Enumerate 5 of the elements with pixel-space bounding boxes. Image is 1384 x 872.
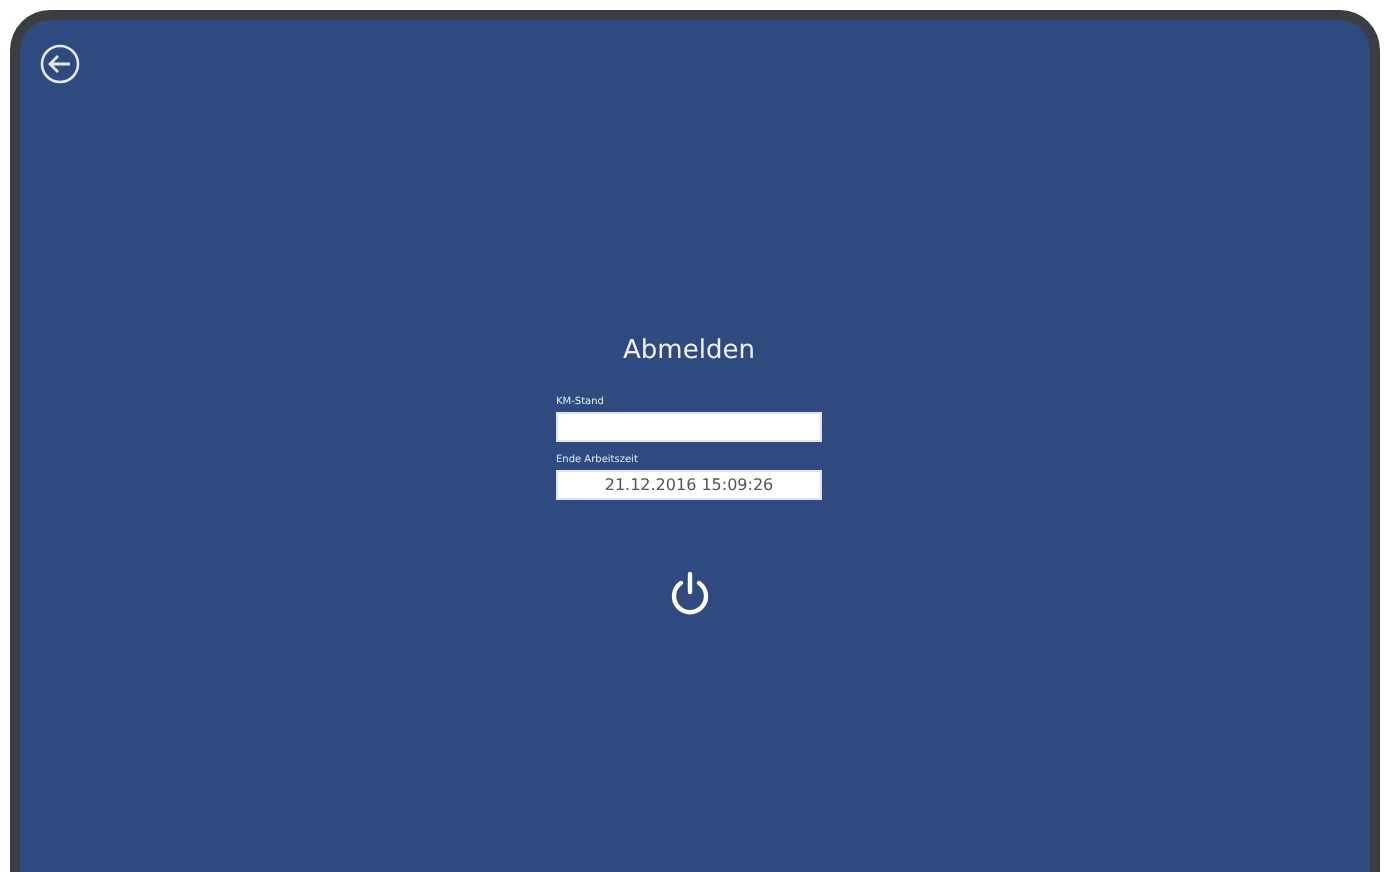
power-icon[interactable]	[667, 570, 711, 618]
input-field[interactable]	[556, 412, 822, 442]
screen-title: Abmelden	[623, 336, 755, 366]
input-field[interactable]: 21.12.2016 15:09:26	[556, 470, 822, 500]
back-icon[interactable]	[40, 44, 80, 84]
